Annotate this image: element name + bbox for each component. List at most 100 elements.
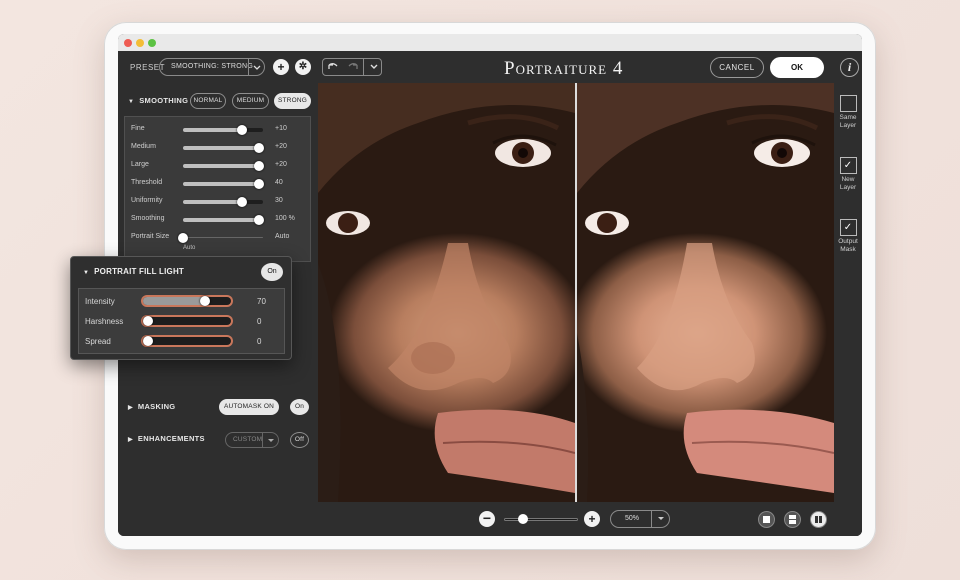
redo-icon[interactable] xyxy=(343,59,363,75)
slider-track[interactable] xyxy=(143,336,231,346)
slider-value: 30 xyxy=(275,197,283,204)
fill-light-slider-row: Spread 0 xyxy=(79,331,286,351)
zoom-level: 50% xyxy=(625,515,640,522)
enhancements-value: CUSTOM xyxy=(233,436,263,443)
slider-track[interactable] xyxy=(183,215,264,225)
output-mask-label: Output Mask xyxy=(838,238,858,253)
smoothing-section-header[interactable]: ▼ SMOOTHING xyxy=(128,96,188,105)
fill-light-toggle[interactable]: On xyxy=(261,263,283,281)
slider-track[interactable] xyxy=(183,161,264,171)
portrait-fill-light-header[interactable]: ▼ PORTRAIT FILL LIGHT xyxy=(83,267,184,276)
smoothing-title: SMOOTHING xyxy=(139,96,189,105)
minus-icon[interactable]: − xyxy=(479,511,495,527)
masking-section-header[interactable]: ▶ MASKING xyxy=(128,402,175,411)
chevron-down-icon xyxy=(262,433,278,447)
smoothing-slider-row: Uniformity 30 xyxy=(125,192,312,210)
mode-medium-button[interactable]: MEDIUM xyxy=(232,93,269,109)
slider-label: Fine xyxy=(131,125,145,132)
before-image xyxy=(318,83,575,502)
split-vertical-icon[interactable] xyxy=(810,511,827,528)
masking-title: MASKING xyxy=(137,402,176,411)
plus-icon[interactable]: + xyxy=(273,59,289,75)
slider-knob[interactable] xyxy=(254,161,264,171)
slider-label: Large xyxy=(131,161,149,168)
fill-light-slider-row: Intensity 70 xyxy=(79,291,286,311)
maximize-window-icon[interactable] xyxy=(148,39,156,47)
slider-track[interactable] xyxy=(143,316,231,326)
single-view-icon[interactable] xyxy=(758,511,775,528)
preset-dropdown[interactable]: SMOOTHING: STRONG xyxy=(159,58,265,76)
top-toolbar: PRESET SMOOTHING: STRONG + ✲ Portraiture… xyxy=(118,51,862,83)
slider-track[interactable] xyxy=(183,179,264,189)
same-layer-checkbox[interactable] xyxy=(839,95,857,112)
enhancements-section-header[interactable]: ▶ ENHANCEMENTS xyxy=(128,434,205,443)
zoom-bar: − + 50% xyxy=(318,502,862,536)
slider-fill xyxy=(183,146,259,150)
before-after-preview[interactable] xyxy=(318,83,834,502)
automask-button[interactable]: AUTOMASK ON xyxy=(219,399,279,415)
info-icon[interactable]: i xyxy=(840,58,859,77)
slider-knob[interactable] xyxy=(254,215,264,225)
slider-knob[interactable] xyxy=(143,316,154,326)
slider-knob[interactable] xyxy=(254,143,264,153)
close-window-icon[interactable] xyxy=(124,39,132,47)
slider-fill xyxy=(183,182,259,186)
plus-icon[interactable]: + xyxy=(584,511,600,527)
new-layer-checkbox[interactable]: ✓ xyxy=(839,157,857,174)
fill-light-sliders: Intensity 70 Harshness 0 Spread 0 xyxy=(78,288,285,354)
slider-knob[interactable] xyxy=(237,197,248,207)
chevron-down-icon xyxy=(248,58,264,76)
output-mask-option[interactable]: ✓ Output Mask xyxy=(834,219,862,254)
triangle-down-icon: ▼ xyxy=(83,270,90,276)
slider-fill xyxy=(183,218,259,222)
slider-knob[interactable] xyxy=(199,296,210,306)
enhancements-toggle[interactable]: Off xyxy=(290,432,309,448)
triangle-right-icon: ▶ xyxy=(128,437,133,443)
slider-track[interactable] xyxy=(183,197,263,207)
slider-knob[interactable] xyxy=(237,125,248,135)
enhancements-dropdown[interactable]: CUSTOM xyxy=(225,432,279,448)
same-layer-label: Same Layer xyxy=(839,114,857,129)
cancel-button[interactable]: CANCEL xyxy=(710,57,764,78)
new-layer-option[interactable]: ✓ New Layer xyxy=(834,157,862,192)
output-options: Same Layer ✓ New Layer ✓ Output Mask xyxy=(834,83,862,536)
slider-value: +10 xyxy=(275,125,287,132)
slider-knob[interactable] xyxy=(178,233,188,243)
zoom-slider-knob[interactable] xyxy=(518,514,528,524)
slider-value: +20 xyxy=(275,161,287,168)
output-mask-checkbox[interactable]: ✓ xyxy=(839,219,857,236)
slider-label: Threshold xyxy=(131,179,163,186)
slider-track[interactable] xyxy=(183,125,263,135)
slider-knob[interactable] xyxy=(143,336,154,346)
slider-track[interactable] xyxy=(183,143,264,153)
slider-value: 0 xyxy=(257,337,262,346)
slider-fill xyxy=(143,297,205,305)
triangle-right-icon: ▶ xyxy=(128,405,133,411)
smoothing-slider-row: Medium +20 xyxy=(125,138,312,156)
slider-label: Smoothing xyxy=(131,215,165,222)
zoom-slider[interactable] xyxy=(504,514,578,524)
smoothing-slider-row: Smoothing 100 % xyxy=(125,210,312,228)
slider-label: Medium xyxy=(131,143,156,150)
masking-toggle[interactable]: On xyxy=(290,399,309,415)
slider-track[interactable] xyxy=(143,296,231,306)
chevron-down-icon[interactable] xyxy=(363,59,383,75)
minimize-window-icon[interactable] xyxy=(136,39,144,47)
gear-icon[interactable]: ✲ xyxy=(295,59,311,75)
slider-value: 40 xyxy=(275,179,283,186)
undo-icon[interactable] xyxy=(323,59,343,75)
history-controls xyxy=(322,58,382,76)
after-image xyxy=(577,83,834,502)
slider-knob[interactable] xyxy=(254,179,264,189)
slider-fill xyxy=(183,200,243,204)
zoom-dropdown[interactable]: 50% xyxy=(610,510,670,528)
mode-normal-button[interactable]: NORMAL xyxy=(190,93,226,109)
ok-button[interactable]: OK xyxy=(770,57,824,78)
slider-value: +20 xyxy=(275,143,287,150)
mode-strong-button[interactable]: STRONG xyxy=(274,93,311,109)
split-horizontal-icon[interactable] xyxy=(784,511,801,528)
slider-label: Harshness xyxy=(85,317,124,326)
slider-label: Spread xyxy=(85,337,111,346)
slider-track[interactable] xyxy=(178,233,263,243)
same-layer-option[interactable]: Same Layer xyxy=(834,95,862,130)
